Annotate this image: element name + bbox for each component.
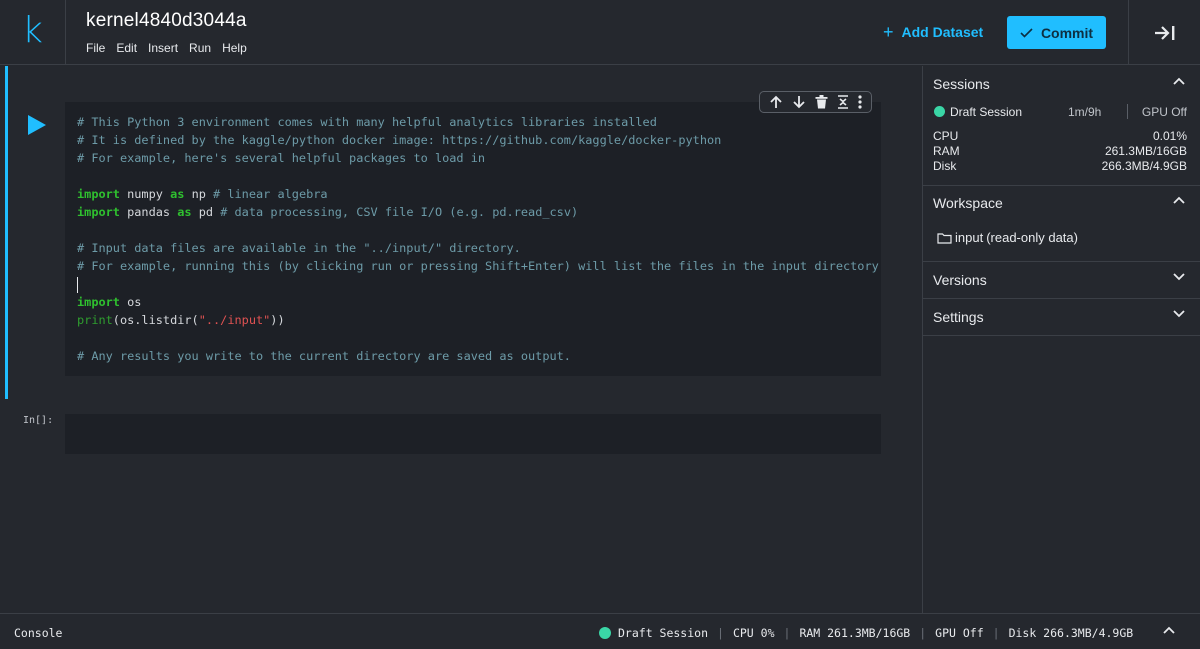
code-editor[interactable]: # This Python 3 environment comes with m… [77, 113, 879, 365]
add-dataset-label: Add Dataset [901, 24, 984, 40]
stat-label: CPU [933, 129, 959, 143]
status-gpu: GPU Off [935, 626, 984, 640]
kernel-title[interactable]: kernel4840d3044a [86, 10, 247, 32]
collapse-sidebar-button[interactable] [1128, 0, 1200, 65]
code-line: import numpy as np # linear algebra [77, 187, 328, 201]
move-down-icon[interactable] [792, 95, 806, 109]
kaggle-logo[interactable]: k [0, 0, 66, 65]
session-status-dot [934, 106, 945, 117]
stat-value: 261.3MB/16GB [1104, 144, 1187, 158]
session-status-dot [599, 627, 611, 639]
code-line: # It is defined by the kaggle/python doc… [77, 133, 722, 147]
run-cell-icon[interactable] [27, 115, 47, 135]
check-icon [1020, 27, 1033, 38]
separator: | [992, 626, 1000, 640]
code-line: print(os.listdir("../input")) [77, 313, 285, 327]
separator: | [919, 626, 927, 640]
console-toggle[interactable]: Console [14, 626, 62, 640]
settings-header[interactable]: Settings [923, 299, 1200, 335]
stat-value: 266.3MB/4.9GB [1101, 159, 1187, 173]
code-line: # This Python 3 environment comes with m… [77, 115, 657, 129]
workspace-title: Workspace [933, 195, 1003, 211]
sessions-header[interactable]: Sessions [923, 66, 1200, 102]
divider [1127, 104, 1128, 119]
folder-icon [937, 232, 952, 244]
commit-button[interactable]: Commit [1007, 16, 1106, 49]
stat-label: RAM [933, 144, 960, 158]
menu-insert[interactable]: Insert [148, 41, 178, 55]
stat-disk: Disk 266.3MB/4.9GB [933, 159, 1187, 174]
commit-label: Commit [1040, 24, 1094, 41]
code-cell[interactable]: # This Python 3 environment comes with m… [65, 102, 881, 376]
code-line: # Any results you write to the current d… [77, 349, 571, 363]
right-sidebar: Sessions Draft Session 1m/9h GPU Off CPU… [922, 66, 1200, 613]
status-ram: RAM 261.3MB/16GB [799, 626, 911, 640]
top-bar: k kernel4840d3044a File Edit Insert Run … [0, 0, 1200, 65]
chevron-up-icon [1173, 77, 1185, 85]
chevron-down-icon [1173, 310, 1185, 318]
logo-glyph: k [22, 9, 43, 51]
stat-value: 0.01% [1152, 129, 1187, 143]
versions-header[interactable]: Versions [923, 262, 1200, 298]
code-line: import pandas as pd # data processing, C… [77, 205, 579, 219]
menu-run[interactable]: Run [189, 41, 211, 55]
menu-help[interactable]: Help [222, 41, 247, 55]
workspace-input-folder[interactable]: input (read-only data) [937, 230, 1078, 245]
code-line: # For example, here's several helpful pa… [77, 151, 486, 165]
versions-title: Versions [933, 272, 987, 288]
menu-file[interactable]: File [86, 41, 105, 55]
move-up-icon[interactable] [769, 95, 783, 109]
settings-title: Settings [933, 309, 984, 325]
active-cell-indicator [5, 66, 8, 399]
session-name: Draft Session [950, 105, 1023, 119]
divider [923, 335, 1200, 336]
status-disk: Disk 266.3MB/4.9GB [1008, 626, 1134, 640]
menu-bar: File Edit Insert Run Help [86, 41, 258, 55]
code-line: # Input data files are available in the … [77, 241, 521, 255]
trash-icon[interactable] [815, 95, 828, 109]
session-row[interactable]: Draft Session 1m/9h GPU Off [933, 104, 1187, 120]
plus-icon: + [883, 22, 894, 42]
code-line: # For example, running this (by clicking… [77, 259, 879, 273]
separator: | [783, 626, 791, 640]
stat-label: Disk [933, 159, 957, 173]
status-cpu: CPU 0% [732, 626, 775, 640]
text-cursor [77, 276, 78, 293]
stat-ram: RAM 261.3MB/16GB [933, 144, 1187, 159]
status-session: Draft Session [618, 626, 709, 640]
separator: | [717, 626, 724, 640]
workspace-header[interactable]: Workspace [923, 185, 1200, 221]
more-vertical-icon[interactable] [858, 95, 862, 109]
status-summary[interactable]: Draft Session | CPU 0% | RAM 261.3MB/16G… [599, 626, 1133, 640]
collapse-right-icon [1154, 25, 1174, 40]
add-dataset-button[interactable]: + Add Dataset [883, 22, 984, 42]
status-bar: Console Draft Session | CPU 0% | RAM 261… [0, 613, 1200, 649]
chevron-up-icon [1173, 196, 1185, 204]
folder-note: (read-only data) [986, 230, 1078, 245]
stat-cpu: CPU 0.01% [933, 129, 1187, 144]
notebook-area: # This Python 3 environment comes with m… [0, 66, 922, 613]
cell-toolbar [759, 91, 872, 113]
collapse-cell-icon[interactable] [837, 95, 849, 109]
session-gpu: GPU Off [1141, 105, 1187, 119]
code-line: import os [77, 295, 142, 309]
chevron-up-icon[interactable] [1163, 626, 1175, 634]
cell-prompt: In[]: [23, 415, 54, 426]
session-time: 1m/9h [1068, 105, 1102, 119]
chevron-down-icon [1173, 273, 1185, 281]
menu-edit[interactable]: Edit [116, 41, 137, 55]
folder-name: input [955, 230, 984, 245]
sessions-title: Sessions [933, 76, 990, 92]
empty-code-cell[interactable] [65, 414, 881, 454]
